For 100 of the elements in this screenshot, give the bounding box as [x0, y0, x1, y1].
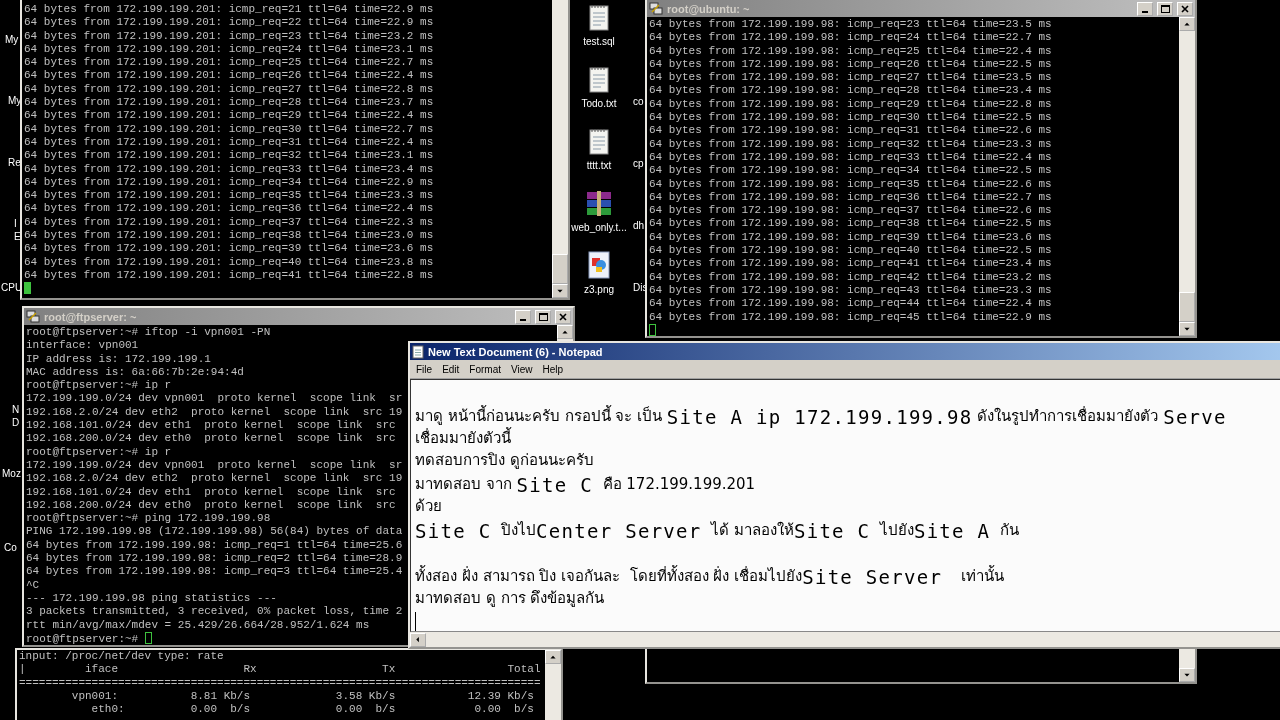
desktop-icon-label[interactable]: web_only.t...: [571, 222, 627, 234]
desktop-icon-label: Moz: [2, 468, 21, 480]
terminal-line: 64 bytes from 172.199.199.201: icmp_req=37 ttl=64 time=22.3 ms: [24, 215, 434, 230]
terminal-line: 64 bytes from 172.199.199.98: icmp_req=24 ttl=64 time=22.7 ms: [649, 31, 1052, 45]
scrollbar[interactable]: [552, 0, 568, 298]
scroll-up-button[interactable]: [1179, 17, 1195, 31]
scroll-up-button[interactable]: [557, 325, 573, 339]
window-title: New Text Document (6) - Notepad: [428, 345, 604, 358]
close-button[interactable]: [1177, 1, 1193, 16]
notepad-text-line: ทั้งสอง ฝั่ง สามารถ ปิง เจอกันละ โดยที่ทั้งสอง ฝั่ง เชื่อมไปยังSite Server เท่านั้น: [415, 564, 1005, 588]
terminal-line: 64 bytes from 172.199.199.98: icmp_req=1 ttl=64 time=25.6: [26, 538, 403, 553]
maximize-icon: [538, 312, 548, 321]
terminal-line: 64 bytes from 172.199.199.98: icmp_req=26 ttl=64 time=22.5 ms: [649, 57, 1052, 72]
minimize-icon: [520, 318, 526, 321]
terminal-line: 192.168.200.0/24 dev eth0 proto kernel scope link src: [26, 432, 396, 446]
terminal-line: PING 172.199.199.98 (172.199.199.98) 56(84) bytes of data: [26, 525, 403, 539]
up-arrow-icon: [561, 328, 569, 336]
maximize-button[interactable]: [1157, 1, 1173, 16]
terminal-line: 64 bytes from 172.199.199.201: icmp_req=29 ttl=64 time=22.4 ms: [24, 109, 434, 123]
terminal-line: 64 bytes from 172.199.199.201: icmp_req=22 ttl=64 time=22.9 ms: [24, 16, 434, 30]
close-button[interactable]: [555, 309, 571, 324]
horizontal-scrollbar[interactable]: [410, 632, 1280, 647]
scrollbar[interactable]: [545, 650, 561, 720]
terminal-line: 64 bytes from 172.199.199.201: icmp_req=35 ttl=64 time=23.3 ms: [24, 189, 434, 203]
window-title-bar[interactable]: New Text Document (6) - Notepad: [410, 343, 1280, 360]
terminal-line: 64 bytes from 172.199.199.201: icmp_req=33 ttl=64 time=23.4 ms: [24, 162, 434, 176]
terminal-line: 64 bytes from 172.199.199.201: icmp_req=36 ttl=64 time=22.4 ms: [24, 202, 434, 216]
menu-item[interactable]: View: [507, 363, 537, 375]
terminal-line: 64 bytes from 172.199.199.98: icmp_req=29 ttl=64 time=22.8 ms: [649, 97, 1052, 112]
terminal-line: 64 bytes from 172.199.199.98: icmp_req=37 ttl=64 time=22.6 ms: [649, 204, 1052, 218]
scroll-down-button[interactable]: [552, 284, 568, 298]
desktop-icon-label[interactable]: test.sql: [583, 36, 615, 48]
terminal-app-icon: [26, 310, 40, 323]
terminal-line: 64 bytes from 172.199.199.98: icmp_req=32 ttl=64 time=23.3 ms: [649, 137, 1052, 151]
terminal-line: 172.199.199.0/24 dev vpn001 proto kernel scope link sr: [26, 392, 403, 406]
terminal-line: 3 packets transmitted, 3 received, 0% packet loss, time 2: [26, 605, 403, 619]
terminal-line: root@ftpserver:~# ip r: [26, 379, 172, 393]
desktop-icon-label: My: [8, 95, 22, 107]
notepad-text-line: Site C ปิงไปCenter Server ได้ มาลองให้Site C ไปยังSite A กัน: [415, 519, 1019, 542]
text-cursor: [144, 631, 152, 644]
maximize-button[interactable]: [535, 309, 551, 324]
text-file-icon: [589, 127, 609, 155]
menu-item[interactable]: File: [412, 363, 437, 375]
maximize-icon: [1160, 4, 1170, 13]
desktop-icon-label: I: [14, 218, 17, 230]
scrollbar[interactable]: [1179, 17, 1195, 336]
terminal-line: IP address is: 172.199.199.1: [26, 352, 211, 366]
menu-item[interactable]: Help: [538, 363, 568, 375]
scroll-down-button[interactable]: [1179, 322, 1195, 336]
window-title: root@ubuntu: ~: [667, 2, 751, 15]
terminal-line: 64 bytes from 172.199.199.201: icmp_req=26 ttl=64 time=22.4 ms: [24, 69, 434, 83]
desktop-icon-label: dh: [633, 220, 645, 232]
terminal-line: eth0: 0.00 b/s 0.00 b/s 0.00 b/s: [90, 703, 534, 717]
desktop-icon-label: N: [12, 404, 20, 416]
terminal-line: 64 bytes from 172.199.199.98: icmp_req=33 ttl=64 time=22.4 ms: [649, 150, 1052, 165]
terminal-line: 172.199.199.0/24 dev vpn001 proto kernel scope link sr: [26, 458, 403, 473]
terminal-line: 64 bytes from 172.199.199.98: icmp_req=35 ttl=64 time=22.6 ms: [649, 177, 1052, 191]
terminal-line: 64 bytes from 172.199.199.201: icmp_req=25 ttl=64 time=22.7 ms: [24, 56, 434, 70]
minimize-button[interactable]: [1137, 1, 1153, 16]
up-arrow-icon: [549, 653, 557, 661]
scrollbar-thumb[interactable]: [552, 254, 568, 284]
text-cursor: [415, 612, 416, 631]
scrollbar-thumb[interactable]: [1179, 292, 1195, 322]
terminal-line: interface: vpn001: [26, 339, 139, 353]
terminal-line: 64 bytes from 172.199.199.201: icmp_req=40 ttl=64 time=23.8 ms: [24, 255, 434, 269]
scroll-left-button[interactable]: [410, 632, 426, 647]
menu-item[interactable]: Format: [465, 363, 506, 375]
terminal-line: 64 bytes from 172.199.199.98: icmp_req=38 ttl=64 time=22.5 ms: [649, 217, 1052, 231]
terminal-line: 64 bytes from 172.199.199.201: icmp_req=41 ttl=64 time=22.8 ms: [24, 268, 434, 283]
desktop-icon-label[interactable]: Todo.txt: [581, 98, 617, 110]
terminal-line: root@ftpserver:~# ping 172.199.199.98: [26, 512, 271, 526]
terminal-line: root@ftpserver:~# ip r: [26, 445, 172, 459]
terminal-line: ^C: [26, 578, 40, 592]
terminal-line: vpn001: 8.81 Kb/s 3.58 Kb/s 12.39 Kb/s: [70, 689, 534, 704]
terminal-app-icon: [649, 2, 663, 15]
terminal-line: root@ftpserver:~#: [26, 631, 152, 645]
notepad-text-line: ด้วย: [415, 496, 442, 517]
terminal-line: 64 bytes from 172.199.199.201: icmp_req=34 ttl=64 time=22.9 ms: [24, 175, 434, 190]
scroll-up-button[interactable]: [545, 650, 561, 664]
terminal-line: 64 bytes from 172.199.199.98: icmp_req=2 ttl=64 time=28.9: [26, 552, 403, 566]
terminal-line: 64 bytes from 172.199.199.201: icmp_req=39 ttl=64 time=23.6 ms: [24, 242, 434, 256]
desktop-icon-label[interactable]: z3.png: [584, 284, 614, 296]
terminal-line: 64 bytes from 172.199.199.201: icmp_req=28 ttl=64 time=23.7 ms: [24, 96, 434, 110]
desktop-icon-label[interactable]: tttt.txt: [586, 160, 612, 172]
terminal-line: 64 bytes from 172.199.199.98: icmp_req=34 ttl=64 time=22.5 ms: [649, 164, 1052, 178]
scroll-down-button[interactable]: [1179, 668, 1195, 682]
menu-item[interactable]: Edit: [438, 363, 464, 375]
terminal-line: 192.168.101.0/24 dev eth1 proto kernel scope link src: [26, 485, 396, 499]
minimize-button[interactable]: [515, 309, 531, 324]
terminal-line: 64 bytes from 172.199.199.98: icmp_req=27 ttl=64 time=23.5 ms: [649, 71, 1052, 85]
terminal-line: 64 bytes from 172.199.199.201: icmp_req=23 ttl=64 time=23.2 ms: [24, 29, 434, 43]
terminal-line: 64 bytes from 172.199.199.201: icmp_req=27 ttl=64 time=22.8 ms: [24, 82, 434, 97]
notepad-text-line: มาดู หน้านี้ก่อนนะครับ กรอปนี้ จะ เป็น Site A ip 172.199.199.98 ดังในรูปทำการเชื่อมมายังตัว Serve: [415, 404, 1227, 428]
terminal-line: 64 bytes from 172.199.199.98: icmp_req=43 ttl=64 time=23.3 ms: [649, 283, 1052, 298]
notepad-text-line: มาทดสอบ จาก Site C คือ 172.199.199.201: [415, 473, 756, 496]
terminal-line: 192.168.200.0/24 dev eth0 proto kernel scope link src: [26, 498, 396, 513]
minimize-icon: [1142, 10, 1148, 13]
terminal-line: 64 bytes from 172.199.199.201: icmp_req=24 ttl=64 time=23.1 ms: [24, 42, 434, 57]
terminal-line: 64 bytes from 172.199.199.98: icmp_req=45 ttl=64 time=22.9 ms: [649, 310, 1052, 324]
text-editor[interactable]: [410, 379, 1280, 632]
